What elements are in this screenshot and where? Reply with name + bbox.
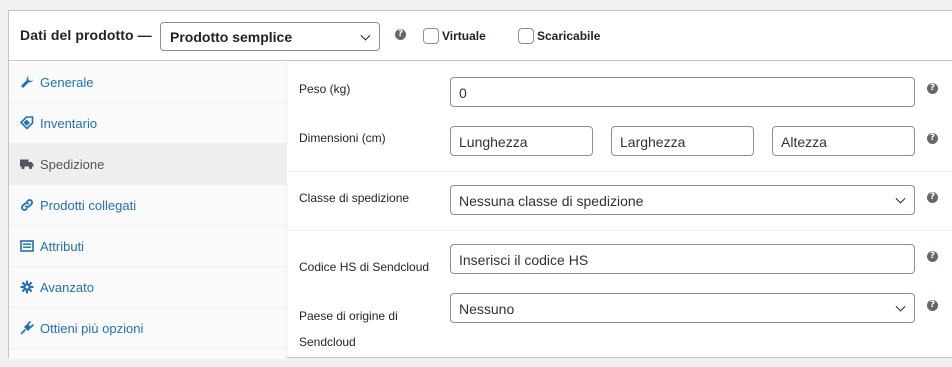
hs-code-input[interactable]: Inserisci il codice HS xyxy=(450,244,915,274)
product-data-title: Dati del prodotto — xyxy=(20,27,152,43)
link-icon xyxy=(21,199,33,211)
tab-label: Inventario xyxy=(40,116,98,131)
tab-inventario[interactable]: Inventario xyxy=(9,103,287,144)
chevron-down-icon xyxy=(895,301,906,312)
height-placeholder: Altezza xyxy=(781,134,827,150)
help-icon[interactable]: ? xyxy=(927,133,938,144)
tab-generale[interactable]: Generale xyxy=(9,62,287,103)
downloadable-checkbox[interactable] xyxy=(518,28,534,44)
product-type-value: Prodotto semplice xyxy=(170,29,293,45)
help-icon[interactable]: ? xyxy=(927,83,938,94)
plugin-icon xyxy=(20,321,34,335)
gear-icon xyxy=(20,280,34,294)
help-icon[interactable]: ? xyxy=(927,300,938,311)
origin-country-select[interactable]: Nessuno xyxy=(450,293,915,323)
list-icon xyxy=(20,240,34,252)
origin-country-value: Nessuno xyxy=(459,301,515,317)
tab-prodotti-collegati[interactable]: Prodotti collegati xyxy=(9,185,287,226)
shipping-class-select[interactable]: Nessuna classe di spedizione xyxy=(450,185,915,215)
chevron-down-icon xyxy=(895,193,906,204)
hs-code-label: Codice HS di Sendcloud xyxy=(299,260,430,274)
tab-label: Avanzato xyxy=(40,280,94,295)
height-input[interactable]: Altezza xyxy=(772,126,915,156)
shipping-panel: Peso (kg) 0 ? Dimensioni (cm) Lunghezza … xyxy=(288,62,952,357)
tab-avanzato[interactable]: Avanzato xyxy=(9,267,287,308)
product-data-panel: Dati del prodotto — Prodotto semplice ? … xyxy=(8,10,952,359)
tab-attributi[interactable]: Attributi xyxy=(9,226,287,267)
help-icon[interactable]: ? xyxy=(927,192,938,203)
tab-spedizione[interactable]: Spedizione xyxy=(9,144,287,185)
tag-icon xyxy=(20,116,34,130)
length-placeholder: Lunghezza xyxy=(459,134,528,150)
origin-label-line1: Paese di origine di xyxy=(299,309,398,323)
product-data-tabs: Generale Inventario Spedizione Prodotti … xyxy=(9,62,287,359)
wrench-icon xyxy=(21,76,33,88)
dimensions-label: Dimensioni (cm) xyxy=(299,131,386,145)
weight-input[interactable]: 0 xyxy=(450,77,915,107)
divider xyxy=(288,171,952,172)
tab-ottieni-piu-opzioni[interactable]: Ottieni più opzioni xyxy=(9,308,287,349)
downloadable-label: Scaricabile xyxy=(537,29,601,43)
tab-label: Generale xyxy=(40,75,94,90)
width-placeholder: Larghezza xyxy=(620,134,686,150)
tab-label: Ottieni più opzioni xyxy=(40,321,144,336)
width-input[interactable]: Larghezza xyxy=(611,126,754,156)
tab-label: Spedizione xyxy=(40,157,105,172)
weight-label: Peso (kg) xyxy=(299,82,351,96)
divider xyxy=(288,230,952,231)
shipping-class-value: Nessuna classe di spedizione xyxy=(459,193,644,209)
help-icon[interactable]: ? xyxy=(927,251,938,262)
weight-value: 0 xyxy=(459,85,467,101)
length-input[interactable]: Lunghezza xyxy=(450,126,593,156)
shipping-class-label: Classe di spedizione xyxy=(299,191,410,205)
tab-label: Attributi xyxy=(40,239,85,254)
hs-code-placeholder: Inserisci il codice HS xyxy=(459,252,589,268)
origin-label-line2: Sendcloud xyxy=(299,335,356,349)
product-type-select[interactable]: Prodotto semplice xyxy=(160,22,380,51)
virtual-checkbox[interactable] xyxy=(423,28,439,44)
product-data-header: Dati del prodotto — Prodotto semplice ? … xyxy=(9,11,952,61)
truck-icon xyxy=(20,159,34,170)
virtual-label: Virtuale xyxy=(442,29,486,43)
tab-label: Prodotti collegati xyxy=(40,198,137,213)
help-icon[interactable]: ? xyxy=(395,29,406,40)
chevron-down-icon xyxy=(360,30,371,41)
